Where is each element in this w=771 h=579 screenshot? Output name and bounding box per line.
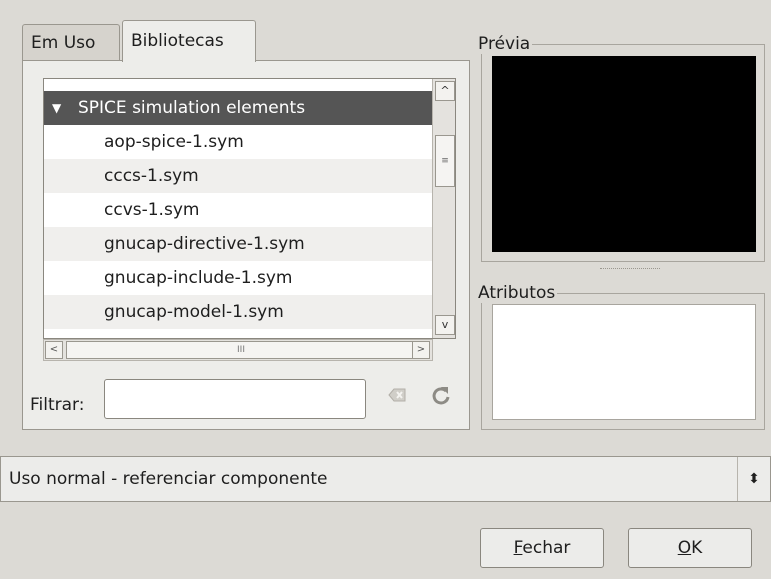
tab-bibliotecas-label: Bibliotecas xyxy=(131,31,224,51)
library-tree[interactable]: Cascade simulation elements ▼ SPICE simu… xyxy=(43,78,456,339)
clear-icon[interactable] xyxy=(381,383,413,415)
horizontal-scroll-thumb[interactable]: III xyxy=(66,341,416,359)
attributes-list[interactable] xyxy=(492,304,756,420)
pane-splitter[interactable] xyxy=(600,268,660,270)
scroll-left-icon[interactable]: < xyxy=(45,341,63,359)
attributes-label: Atributos xyxy=(478,283,556,303)
tree-group-spice[interactable]: ▼ SPICE simulation elements xyxy=(44,91,432,125)
tree-vertical-scrollbar[interactable]: ^ ≡ v xyxy=(432,79,455,338)
ok-button-label: K xyxy=(691,538,703,558)
tree-item-label: gnucap-directive-1.sym xyxy=(104,234,305,254)
preview-canvas xyxy=(492,56,756,252)
tab-bibliotecas[interactable]: Bibliotecas xyxy=(122,20,256,62)
close-button-label: echar xyxy=(522,538,571,558)
tree-item-label: cccs-1.sym xyxy=(104,166,199,186)
ok-button[interactable]: OK xyxy=(628,528,752,568)
tree-item-label: aop-spice-1.sym xyxy=(104,132,244,152)
tree-item[interactable]: gnucap-directive-1.sym xyxy=(44,227,432,261)
tree-item[interactable]: gnucap-include-1.sym xyxy=(44,261,432,295)
filter-input[interactable] xyxy=(104,379,366,419)
scroll-right-icon[interactable]: > xyxy=(412,341,430,359)
tree-row-partial-label: Cascade simulation elements xyxy=(78,79,329,89)
mode-select[interactable]: Uso normal - referenciar componente ⬍ xyxy=(0,456,771,502)
tree-item-label: gnucap-model-1.sym xyxy=(104,302,284,322)
expander-down-icon[interactable]: ▼ xyxy=(52,91,61,125)
tree-horizontal-scrollbar[interactable]: < III > xyxy=(43,339,433,361)
close-button[interactable]: Fechar xyxy=(480,528,604,568)
combo-arrows-icon[interactable]: ⬍ xyxy=(737,457,770,501)
tree-item-label: gnucap-include-1.sym xyxy=(104,268,293,288)
preview-label: Prévia xyxy=(478,34,531,54)
tree-item[interactable]: aop-spice-1.sym xyxy=(44,125,432,159)
ok-mnemonic: O xyxy=(677,538,692,558)
scroll-down-icon[interactable]: v xyxy=(435,315,455,335)
scroll-thumb[interactable]: ≡ xyxy=(435,135,455,187)
mode-select-value: Uso normal - referenciar componente xyxy=(9,469,328,489)
filter-label: Filtrar: xyxy=(30,395,85,415)
tab-em-uso[interactable]: Em Uso xyxy=(22,24,120,62)
tab-em-uso-label: Em Uso xyxy=(31,33,96,53)
tree-group-label: SPICE simulation elements xyxy=(78,98,306,118)
tree-item-label: ccvs-1.sym xyxy=(104,200,200,220)
refresh-icon[interactable] xyxy=(425,383,457,415)
tree-item[interactable]: ccvs-1.sym xyxy=(44,193,432,227)
tree-item[interactable]: gnucap-model-1.sym xyxy=(44,295,432,329)
tree-row-partial[interactable]: Cascade simulation elements xyxy=(44,79,432,89)
scroll-up-icon[interactable]: ^ xyxy=(435,81,455,101)
tree-item[interactable]: cccs-1.sym xyxy=(44,159,432,193)
